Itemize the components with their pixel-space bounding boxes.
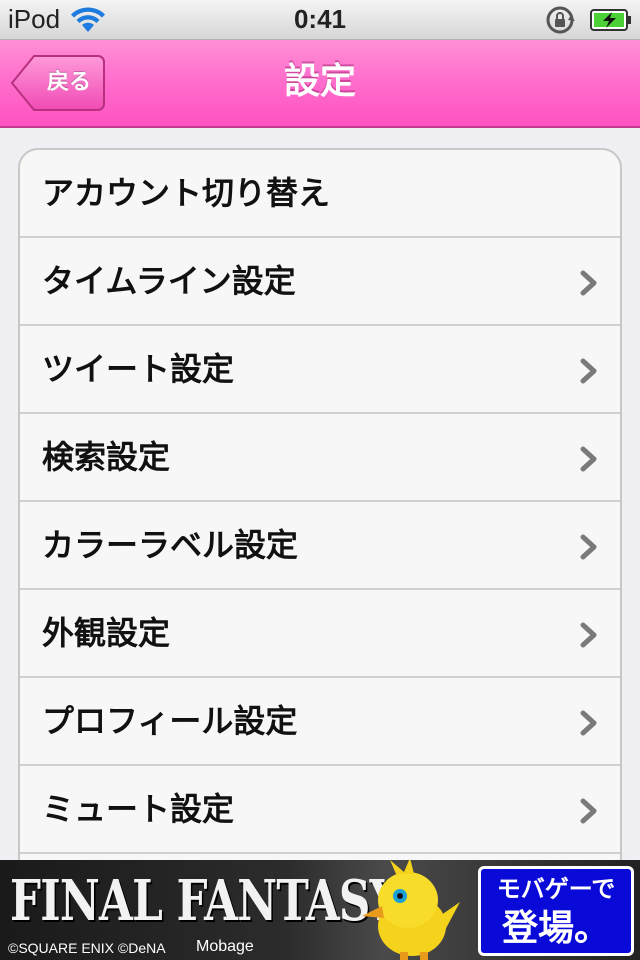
page-title: 設定 — [283, 61, 356, 102]
chevron-right-icon — [580, 446, 597, 472]
ad-headline: FINAL FANTASY — [10, 868, 401, 934]
settings-item-timeline[interactable]: タイムライン設定 — [20, 238, 620, 326]
settings-item-label: 検索設定 — [42, 438, 171, 476]
ad-cta-bottom: 登場。 — [501, 908, 610, 949]
settings-item-account-switch[interactable]: アカウント切り替え — [20, 150, 620, 238]
ad-credit: ©SQUARE ENIX ©DeNA — [8, 940, 166, 956]
status-bar: iPod 0:41 — [0, 0, 640, 40]
settings-item-search[interactable]: 検索設定 — [20, 414, 620, 502]
settings-item-label: カラーラベル設定 — [42, 526, 299, 564]
ad-banner[interactable]: FINAL FANTASY ©SQUARE ENIX ©DeNA Mobage … — [0, 860, 640, 960]
navigation-bar: 戻る 設定 — [0, 40, 640, 128]
ad-brand: Mobage — [196, 938, 254, 955]
chevron-right-icon — [580, 534, 597, 560]
status-right — [544, 5, 632, 35]
settings-item-label: プロフィール設定 — [42, 702, 298, 740]
settings-item-label: タイムライン設定 — [42, 262, 296, 300]
settings-item-tweet[interactable]: ツイート設定 — [20, 326, 620, 414]
settings-item-profile[interactable]: プロフィール設定 — [20, 678, 620, 766]
chevron-right-icon — [580, 622, 597, 648]
settings-content: アカウント切り替え タイムライン設定 ツイート設定 検索設定 カラーラベル設定 … — [0, 128, 640, 860]
settings-item-label: アカウント切り替え — [42, 174, 331, 212]
chocobo-mascot-icon — [362, 860, 460, 960]
chevron-right-icon — [580, 710, 597, 736]
settings-group: アカウント切り替え タイムライン設定 ツイート設定 検索設定 カラーラベル設定 … — [18, 148, 622, 860]
chevron-right-icon — [580, 798, 597, 824]
settings-item-label: ミュート設定 — [42, 790, 235, 828]
rotation-lock-icon — [546, 6, 575, 34]
settings-item-color-label[interactable]: カラーラベル設定 — [20, 502, 620, 590]
settings-item-label: 外観設定 — [42, 614, 171, 652]
chevron-right-icon — [580, 358, 597, 384]
chevron-right-icon — [580, 270, 597, 296]
battery-charging-icon — [590, 9, 631, 31]
ad-cta-top: モバゲーで — [496, 875, 616, 903]
settings-item-mute[interactable]: ミュート設定 — [20, 766, 620, 854]
settings-item-appearance[interactable]: 外観設定 — [20, 590, 620, 678]
ad-call-to-action: モバゲーで 登場。 — [478, 866, 634, 956]
settings-item-label: ツイート設定 — [42, 350, 235, 388]
